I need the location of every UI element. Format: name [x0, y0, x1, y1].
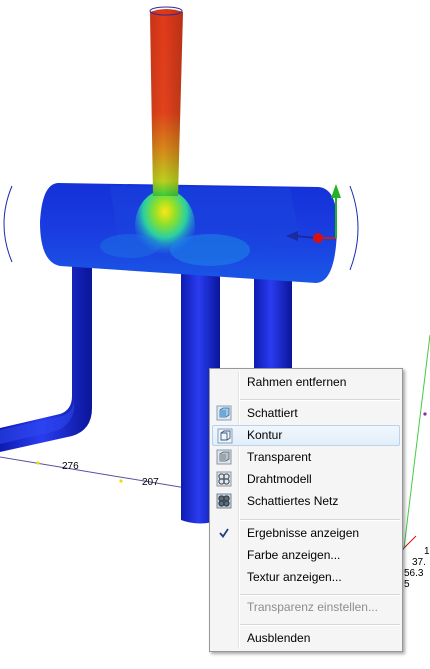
menu-item-transparent[interactable]: Transparent [212, 447, 400, 468]
dimension-label-r3: 56.3 [404, 568, 424, 579]
menu-item-label: Schattiertes Netz [247, 494, 339, 508]
menu-item-label: Farbe anzeigen... [247, 548, 341, 562]
menu-item-shaded-mesh[interactable]: Schattiertes Netz [212, 491, 400, 512]
menu-item-label: Kontur [247, 428, 283, 442]
dimension-label-r1: 1 [424, 546, 430, 557]
menu-item-label: Textur anzeigen... [247, 570, 342, 584]
menu-item-shaded[interactable]: Schattiert [212, 403, 400, 424]
riser-pipe [149, 6, 183, 196]
shaded-cube-icon [216, 405, 232, 421]
menu-item-label: Transparenz einstellen... [247, 600, 378, 614]
menu-item-show-results[interactable]: Ergebnisse anzeigen [212, 523, 400, 544]
dimension-label-276: 276 [62, 461, 79, 472]
context-menu: Rahmen entfernen Schattiert Kontur Trans… [209, 368, 403, 652]
dimension-label-r4: 5 [404, 579, 410, 590]
shaded-mesh-icon [216, 493, 232, 509]
dimension-label-r2: 37. [412, 557, 426, 568]
wireframe-mesh-icon [216, 471, 232, 487]
menu-item-show-color[interactable]: Farbe anzeigen... [212, 545, 400, 566]
menu-separator [240, 624, 400, 626]
menu-item-hide[interactable]: Ausblenden [212, 628, 400, 649]
menu-item-label: Ausblenden [247, 631, 311, 645]
menu-item-show-texture[interactable]: Textur anzeigen... [212, 567, 400, 588]
outline-cube-icon [217, 428, 233, 444]
dimension-label-207: 207 [142, 477, 159, 488]
menu-item-label: Schattiert [247, 406, 298, 420]
left-pipe [0, 262, 92, 452]
menu-item-label: Ergebnisse anzeigen [247, 526, 360, 540]
menu-item-label: Rahmen entfernen [247, 375, 347, 389]
menu-item-outline[interactable]: Kontur [212, 425, 400, 446]
menu-separator [240, 519, 400, 521]
transparent-cube-icon [216, 449, 232, 465]
menu-separator [240, 399, 400, 401]
checkmark-icon [216, 525, 232, 541]
menu-separator [240, 594, 400, 596]
menu-item-label: Drahtmodell [247, 472, 312, 486]
right-pipe [254, 270, 292, 368]
menu-item-remove-frame[interactable]: Rahmen entfernen [212, 372, 400, 393]
menu-item-wireframe[interactable]: Drahtmodell [212, 469, 400, 490]
menu-item-set-transparency: Transparenz einstellen... [212, 597, 400, 618]
menu-item-label: Transparent [247, 450, 312, 464]
